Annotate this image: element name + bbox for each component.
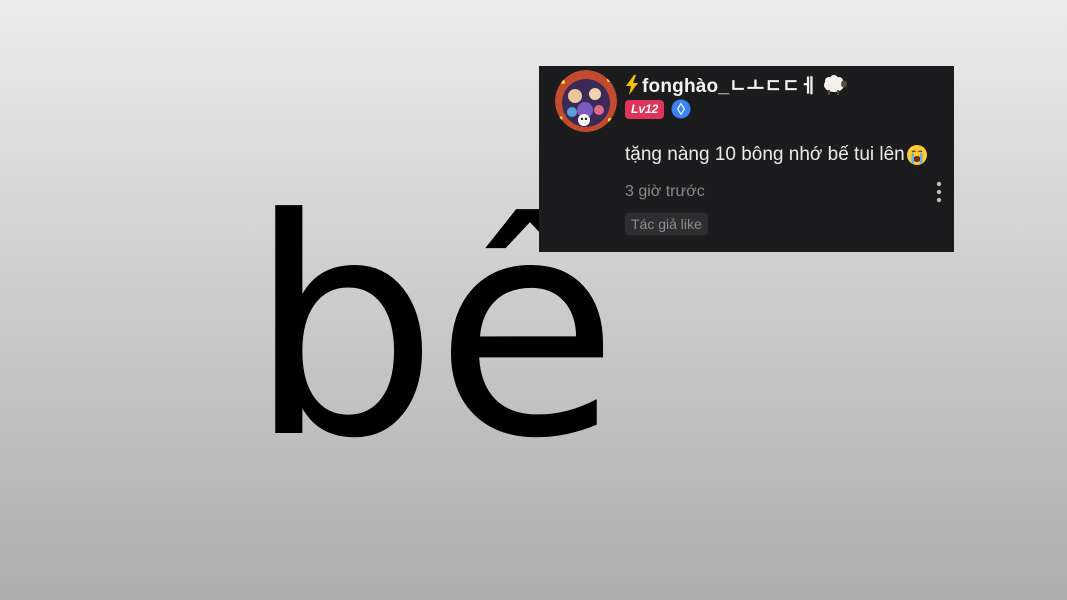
verify-badge-icon: [671, 99, 691, 119]
username-row[interactable]: fonghào_ㄴㅗㄷㄷㅔ: [625, 71, 847, 98]
sheep-emoji-icon: [821, 74, 847, 96]
comment-text: tặng nàng 10 bông nhớ bế tui lên: [625, 144, 905, 165]
author-like-badge: Tác giả like: [625, 213, 708, 235]
level-badge: Lv12: [625, 99, 665, 119]
comment-card: fonghào_ㄴㅗㄷㄷㅔ Lv12 tặng nàng 10 bông nhớ: [539, 66, 954, 252]
badge-row: Lv12: [625, 99, 691, 119]
username[interactable]: fonghào_ㄴㅗㄷㄷㅔ: [642, 71, 818, 98]
timestamp: 3 giờ trước: [625, 183, 705, 200]
comment-text-row: tặng nàng 10 bông nhớ bế tui lên: [625, 144, 928, 166]
lightning-bolt-icon: [625, 74, 639, 95]
crying-face-emoji-icon: [906, 144, 928, 166]
vertical-dots-icon[interactable]: [934, 181, 944, 203]
avatar[interactable]: [555, 70, 617, 132]
